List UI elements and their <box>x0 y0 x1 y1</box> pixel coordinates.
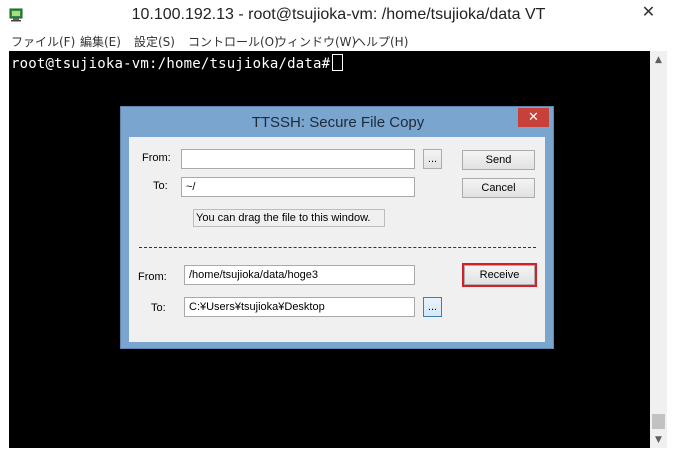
terminal-cursor <box>332 54 344 71</box>
menu-file[interactable]: ファイル(F) <box>11 33 75 50</box>
receive-to-label: To: <box>151 302 166 314</box>
menu-bar: ファイル(F) 編集(E) 設定(S) コントロール(O) ウィンドウ(W) ヘ… <box>0 31 677 50</box>
dialog-body: From: ... Send To: ~/ Cancel You can dra… <box>129 137 545 342</box>
menu-edit[interactable]: 編集(E) <box>80 33 121 50</box>
terminal-prompt-line: root@tsujioka-vm:/home/tsujioka/data# <box>11 54 344 72</box>
secure-file-copy-dialog: TTSSH: Secure File Copy ✕ From: ... Send… <box>120 106 554 349</box>
vertical-scrollbar[interactable]: ▲ ▼ <box>650 51 667 448</box>
window-title: 10.100.192.13 - root@tsujioka-vm: /home/… <box>131 6 546 23</box>
send-from-input[interactable] <box>181 149 415 169</box>
receive-from-label: From: <box>138 271 167 283</box>
teraterm-window: 10.100.192.13 - root@tsujioka-vm: /home/… <box>0 0 677 456</box>
menu-window[interactable]: ウィンドウ(W) <box>275 33 356 50</box>
menu-setup[interactable]: 設定(S) <box>134 33 175 50</box>
title-bar: 10.100.192.13 - root@tsujioka-vm: /home/… <box>0 0 677 31</box>
scroll-thumb[interactable] <box>652 414 665 429</box>
menu-help[interactable]: ヘルプ(H) <box>354 33 408 50</box>
dialog-close-button[interactable]: ✕ <box>518 108 549 127</box>
send-from-browse-button[interactable]: ... <box>423 149 442 169</box>
section-separator <box>139 247 536 248</box>
terminal-prompt: root@tsujioka-vm:/home/tsujioka/data# <box>11 56 331 72</box>
send-from-label: From: <box>142 152 171 164</box>
scroll-down-arrow-icon[interactable]: ▼ <box>650 431 667 448</box>
menu-control[interactable]: コントロール(O) <box>188 33 279 50</box>
close-icon: ✕ <box>528 110 539 125</box>
receive-to-browse-button[interactable]: ... <box>423 297 442 317</box>
send-button[interactable]: Send <box>462 150 535 170</box>
dialog-title: TTSSH: Secure File Copy <box>251 114 425 131</box>
receive-from-input[interactable]: /home/tsujioka/data/hoge3 <box>184 265 415 285</box>
cancel-button[interactable]: Cancel <box>462 178 535 198</box>
scroll-up-arrow-icon[interactable]: ▲ <box>650 51 667 68</box>
window-close-button[interactable]: ✕ <box>620 0 677 22</box>
close-icon: ✕ <box>641 1 656 21</box>
receive-to-input[interactable]: C:¥Users¥tsujioka¥Desktop <box>184 297 415 317</box>
drag-hint: You can drag the file to this window. <box>193 209 385 227</box>
send-to-input[interactable]: ~/ <box>181 177 415 197</box>
receive-button[interactable]: Receive <box>464 265 535 285</box>
send-to-label: To: <box>153 180 168 192</box>
